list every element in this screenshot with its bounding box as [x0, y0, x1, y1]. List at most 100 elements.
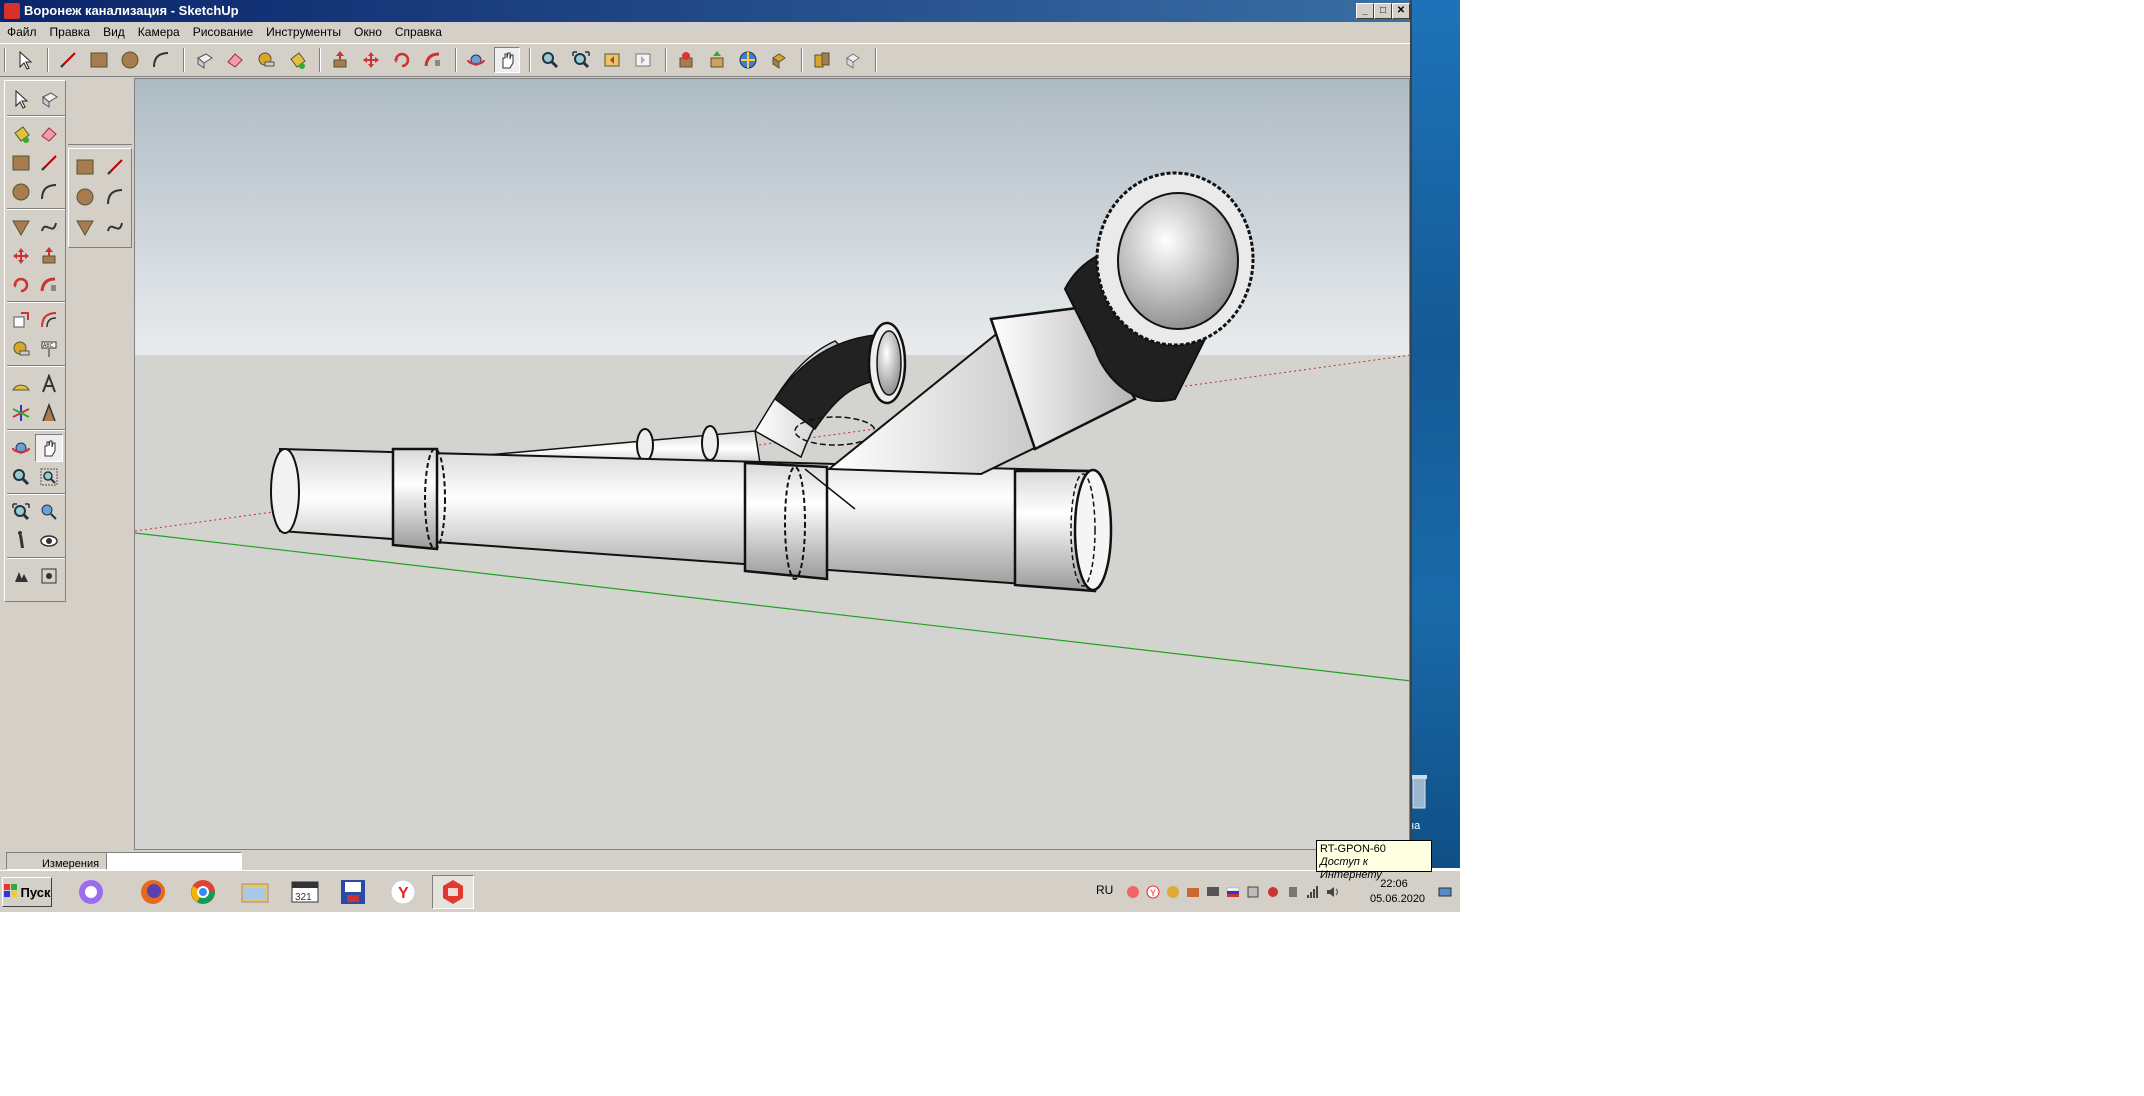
menu-view[interactable]: Вид [96, 22, 131, 39]
media-player-icon[interactable]: 321 [284, 875, 326, 909]
rectangle-icon[interactable] [86, 47, 112, 73]
3d-warehouse-icon[interactable] [735, 47, 761, 73]
axes-icon[interactable] [7, 399, 35, 427]
scale-icon[interactable] [7, 306, 35, 334]
section-plane-icon[interactable] [35, 562, 63, 590]
polygon-icon[interactable] [7, 213, 35, 241]
network-signal-icon[interactable] [1306, 885, 1320, 899]
yandex-browser-icon[interactable]: Y [382, 875, 424, 909]
tray-flag-icon[interactable] [1226, 885, 1240, 899]
select-icon[interactable] [12, 47, 38, 73]
arc-icon[interactable] [35, 178, 63, 206]
firefox-icon[interactable] [132, 875, 174, 909]
menu-camera[interactable]: Камера [131, 22, 186, 39]
rotate-icon[interactable] [389, 47, 415, 73]
orbit-icon[interactable] [7, 434, 35, 462]
title-bar[interactable]: Воронеж канализация - SketchUp _ □ ✕ [0, 0, 1410, 22]
tray-app-icon-7[interactable] [1286, 885, 1300, 899]
tray-app-icon-6[interactable] [1266, 885, 1280, 899]
arc-icon[interactable] [101, 183, 129, 211]
freehand-icon[interactable] [35, 213, 63, 241]
make-component-icon[interactable] [35, 85, 63, 113]
3d-text-icon[interactable] [35, 399, 63, 427]
tray-yandex-icon[interactable]: Y [1146, 885, 1160, 899]
circle-icon[interactable] [7, 178, 35, 206]
styles-icon[interactable] [840, 47, 866, 73]
orbit-icon[interactable] [463, 47, 489, 73]
protractor-icon[interactable] [7, 370, 35, 398]
previous-icon[interactable] [35, 498, 63, 526]
rectangle-icon[interactable] [71, 153, 99, 181]
sketchup-window: Воронеж канализация - SketchUp _ □ ✕ Фай… [0, 0, 1412, 870]
materials-icon[interactable] [809, 47, 835, 73]
arc-icon[interactable] [148, 47, 174, 73]
circle-icon[interactable] [71, 183, 99, 211]
paint-bucket-icon[interactable] [7, 120, 35, 148]
zoom-extents-icon[interactable] [7, 498, 35, 526]
text-icon[interactable] [35, 370, 63, 398]
move-icon[interactable] [358, 47, 384, 73]
dimension-icon[interactable]: ABC [35, 335, 63, 363]
start-button[interactable]: Пуск [2, 877, 52, 907]
previous-view-icon[interactable] [599, 47, 625, 73]
line-icon[interactable] [55, 47, 81, 73]
menu-window[interactable]: Окно [347, 22, 388, 39]
tape-measure-icon[interactable] [7, 335, 35, 363]
offset-icon[interactable] [35, 306, 63, 334]
push-pull-icon[interactable] [35, 242, 63, 270]
pan-icon[interactable] [35, 434, 63, 462]
menu-edit[interactable]: Правка [43, 22, 97, 39]
paint-bucket-icon[interactable] [284, 47, 310, 73]
push-pull-icon[interactable] [327, 47, 353, 73]
language-indicator[interactable]: RU [1096, 883, 1113, 897]
get-models-icon[interactable] [673, 47, 699, 73]
zoom-icon[interactable] [537, 47, 563, 73]
next-view-icon[interactable] [630, 47, 656, 73]
freehand-icon[interactable] [101, 213, 129, 241]
zoom-extents-icon[interactable] [568, 47, 594, 73]
eraser-icon[interactable] [222, 47, 248, 73]
walk-icon[interactable] [7, 527, 35, 555]
menu-file[interactable]: Файл [0, 22, 43, 39]
look-around-icon[interactable] [35, 527, 63, 555]
measurements-field[interactable] [106, 852, 242, 870]
select-icon[interactable] [7, 85, 35, 113]
menu-tools[interactable]: Инструменты [259, 22, 347, 39]
sketchup-icon[interactable] [432, 875, 474, 909]
rotate-icon[interactable] [7, 271, 35, 299]
maximize-button[interactable]: □ [1374, 3, 1392, 19]
alice-icon[interactable] [70, 875, 112, 909]
menu-help[interactable]: Справка [388, 22, 448, 39]
3d-viewport[interactable] [134, 78, 1410, 850]
close-button[interactable]: ✕ [1392, 3, 1410, 19]
rectangle-icon[interactable] [7, 149, 35, 177]
follow-me-icon[interactable] [35, 271, 63, 299]
move-icon[interactable] [7, 242, 35, 270]
explorer-icon[interactable] [234, 875, 276, 909]
chrome-icon[interactable] [182, 875, 224, 909]
tray-app-icon-5[interactable] [1246, 885, 1260, 899]
volume-icon[interactable] [1326, 885, 1340, 899]
pan-icon[interactable] [494, 47, 520, 73]
save-icon[interactable] [332, 875, 374, 909]
follow-me-icon[interactable] [420, 47, 446, 73]
tray-app-icon-2[interactable] [1166, 885, 1180, 899]
make-component-icon[interactable] [191, 47, 217, 73]
show-desktop-icon[interactable] [1438, 885, 1452, 899]
minimize-button[interactable]: _ [1356, 3, 1374, 19]
zoom-icon[interactable] [7, 463, 35, 491]
circle-icon[interactable] [117, 47, 143, 73]
tray-app-icon-3[interactable] [1186, 885, 1200, 899]
line-icon[interactable] [35, 149, 63, 177]
tray-app-icon-4[interactable] [1206, 885, 1220, 899]
zoom-window-icon[interactable] [35, 463, 63, 491]
components-icon[interactable] [766, 47, 792, 73]
eraser-icon[interactable] [35, 120, 63, 148]
position-camera-icon[interactable] [7, 562, 35, 590]
share-model-icon[interactable] [704, 47, 730, 73]
polygon-icon[interactable] [71, 213, 99, 241]
menu-draw[interactable]: Рисование [186, 22, 259, 39]
line-icon[interactable] [101, 153, 129, 181]
tray-app-icon-1[interactable] [1126, 885, 1140, 899]
tape-measure-icon[interactable] [253, 47, 279, 73]
